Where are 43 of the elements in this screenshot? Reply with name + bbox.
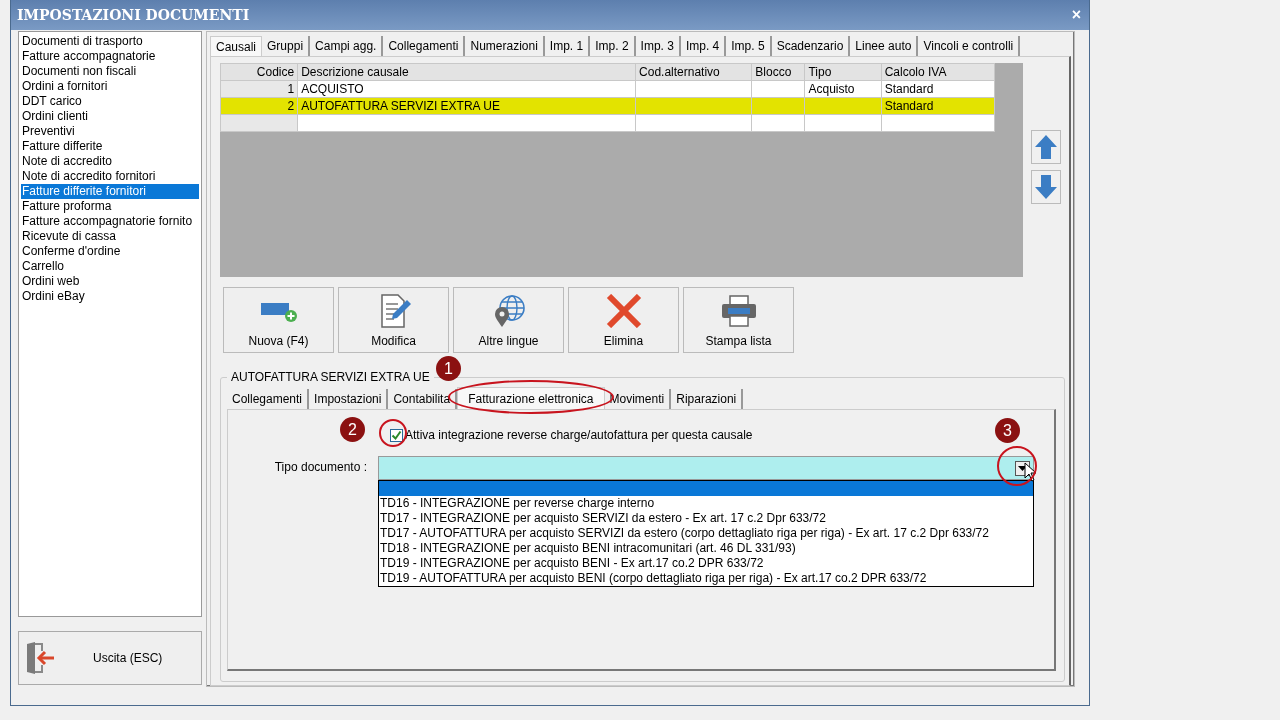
dropdown-option[interactable]: TD18 - INTEGRAZIONE per acquisto BENI intracomunitari (art. 46 DL 331/93)	[379, 541, 1033, 556]
sidebar-item[interactable]: Fatture proforma	[21, 199, 199, 214]
sidebar-item[interactable]: Preventivi	[21, 124, 199, 139]
toolbar-button[interactable]: Stampa lista	[683, 287, 794, 353]
sidebar-item[interactable]: Documenti di trasporto	[21, 34, 199, 49]
sidebar-item[interactable]: Ricevute di cassa	[21, 229, 199, 244]
toolbar-button[interactable]: Elimina	[568, 287, 679, 353]
dropdown-option[interactable]: TD19 - INTEGRAZIONE per acquisto BENI - Ex art.17 co.2 DPR 633/72	[379, 556, 1033, 571]
exit-button[interactable]: Uscita (ESC)	[18, 631, 202, 685]
window-title: IMPOSTAZIONI DOCUMENTI	[17, 7, 250, 23]
sidebar-item[interactable]: Fatture accompagnatorie	[21, 49, 199, 64]
sidebar-item[interactable]: Fatture accompagnatorie fornito	[21, 214, 199, 229]
sidebar-item[interactable]: Note di accredito	[21, 154, 199, 169]
sidebar-item[interactable]: Fatture differite	[21, 139, 199, 154]
column-header: Codice	[220, 63, 298, 81]
field-label: Tipo documento :	[273, 459, 368, 476]
tab[interactable]: Causali	[210, 36, 263, 56]
sidebar-item[interactable]: Ordini eBay	[21, 289, 199, 304]
sidebar-item[interactable]: Documenti non fiscali	[21, 64, 199, 79]
dropdown-option[interactable]: TD17 - AUTOFATTURA per acquisto SERVIZI da estero (corpo dettagliato riga per riga) - Ex art. 17 c.2 Dpr 633/72	[379, 526, 1033, 541]
column-header: Blocco	[751, 63, 805, 81]
table-row[interactable]: 1 ACQUISTO Acquisto Standard	[220, 80, 995, 98]
toolbar-button[interactable]: Modifica	[338, 287, 449, 353]
tab[interactable]: Fatturazione elettronica	[457, 387, 605, 409]
dropdown-option[interactable]: TD17 - INTEGRAZIONE per acquisto SERVIZI da estero - Ex art. 17 c.2 Dpr 633/72	[379, 511, 1033, 526]
group-title: AUTOFATTURA SERVIZI EXTRA UE	[227, 370, 434, 384]
sidebar-item[interactable]: Conferme d'ordine	[21, 244, 199, 259]
column-header: Descrizione causale	[297, 63, 636, 81]
column-header: Tipo	[804, 63, 882, 81]
sidebar-item[interactable]: Ordini web	[21, 274, 199, 289]
sidebar-item[interactable]: Fatture differite fornitori	[21, 184, 199, 199]
toolbar-button[interactable]: Altre lingue	[453, 287, 564, 353]
sidebar-item[interactable]: Ordini clienti	[21, 109, 199, 124]
toolbar-button[interactable]: Nuova (F4)	[223, 287, 334, 353]
column-header: Calcolo IVA	[881, 63, 995, 81]
sidebar-item[interactable]: Note di accredito fornitori	[21, 169, 199, 184]
dropdown-option[interactable]: TD19 - AUTOFATTURA per acquisto BENI (corpo dettagliato riga per riga) - Ex art.17 co.2 DPR 633/72	[379, 571, 1033, 586]
dropdown-option[interactable]: TD16 - INTEGRAZIONE per reverse charge interno	[379, 496, 1033, 511]
sidebar-item[interactable]: Carrello	[21, 259, 199, 274]
sidebar-item[interactable]: DDT carico	[21, 94, 199, 109]
table-row[interactable]: 2 AUTOFATTURA SERVIZI EXTRA UE Standard	[220, 97, 995, 115]
sidebar-item[interactable]: Ordini a fornitori	[21, 79, 199, 94]
column-header: Cod.alternativo	[635, 63, 752, 81]
